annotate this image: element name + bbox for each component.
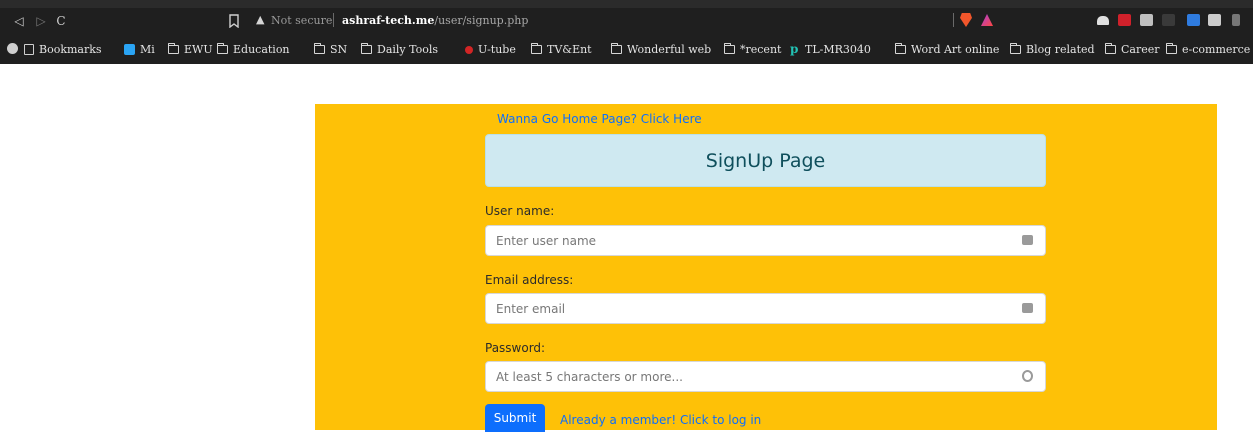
signup-panel: Wanna Go Home Page? Click Here SignUp Pa…: [315, 104, 1217, 432]
bookmark-folder[interactable]: Career: [1105, 43, 1160, 56]
autofill-icon[interactable]: [1022, 235, 1033, 245]
url-path: /user/signup.php: [434, 14, 529, 27]
forward-icon[interactable]: ▷: [34, 13, 48, 29]
bookmark-folder[interactable]: Education: [217, 43, 290, 56]
brave-rewards-icon[interactable]: [981, 14, 993, 26]
mi-icon: [124, 44, 135, 55]
bookmark-folder[interactable]: Word Art online: [895, 43, 999, 56]
bookmark-item[interactable]: Bookmarks: [24, 43, 102, 56]
bookmark-label: Bookmarks: [39, 43, 102, 56]
folder-icon: [1010, 43, 1021, 54]
email-input[interactable]: [486, 294, 1006, 323]
folder-icon: [611, 43, 622, 54]
brave-shields-icon[interactable]: [960, 13, 972, 27]
browser-toolbar: ◁ ▷ C ▲ Not secure ashraf-tech.me/user/s…: [0, 8, 1253, 35]
bookmark-label: Wonderful web: [627, 43, 712, 56]
tplink-icon: p: [790, 42, 799, 56]
bookmark-label: Daily Tools: [377, 43, 439, 56]
bookmark-item[interactable]: Mi: [124, 43, 155, 56]
login-link[interactable]: Already a member! Click to log in: [560, 413, 761, 427]
email-label: Email address:: [485, 273, 574, 287]
address-divider-right: [953, 13, 954, 27]
folder-icon: [724, 43, 735, 54]
folder-icon: [531, 43, 542, 54]
bookmark-folder[interactable]: e-commerce: [1166, 43, 1250, 56]
bookmark-label: EWU: [184, 43, 213, 56]
bookmark-folder[interactable]: Wonderful web: [611, 43, 711, 56]
bookmark-label: Mi: [140, 43, 155, 56]
window-top-strip: [0, 0, 1253, 8]
username-input[interactable]: [486, 226, 1006, 255]
bookmark-folder[interactable]: *recent: [724, 43, 781, 56]
bookmark-folder[interactable]: EWU: [168, 43, 213, 56]
bookmark-item[interactable]: p TL-MR3040: [790, 43, 871, 56]
bookmark-label: SN: [330, 43, 348, 56]
bookmark-label: U-tube: [478, 43, 516, 56]
youtube-icon: [465, 45, 473, 54]
password-label: Password:: [485, 341, 546, 355]
password-key-icon[interactable]: [1022, 370, 1033, 382]
autofill-icon[interactable]: [1022, 303, 1033, 313]
bookmarks-bar: Bookmarks Mi EWU Education SN Daily Tool…: [0, 35, 1253, 64]
globe-icon: [7, 43, 18, 54]
bookmark-label: Education: [233, 43, 290, 56]
bookmark-folder[interactable]: SN: [314, 43, 347, 56]
bookmark-manager-icon: [24, 44, 34, 55]
password-input[interactable]: [486, 362, 1006, 391]
page-title: SignUp Page: [485, 134, 1046, 187]
url-host: ashraf-tech.me: [342, 14, 435, 27]
pocket-extension-icon[interactable]: [1208, 14, 1221, 26]
security-status[interactable]: Not secure: [271, 14, 332, 27]
bookmark-label: Career: [1121, 43, 1160, 56]
address-divider: [333, 13, 334, 27]
submit-button[interactable]: Submit: [485, 404, 545, 432]
bookmark-folder[interactable]: Blog related: [1010, 43, 1095, 56]
bookmark-item[interactable]: U-tube: [465, 43, 516, 56]
folder-icon: [314, 43, 325, 54]
bookmark-folder[interactable]: Daily Tools: [361, 43, 438, 56]
back-icon[interactable]: ◁: [12, 13, 26, 29]
reload-icon[interactable]: C: [54, 13, 68, 29]
url-text[interactable]: ashraf-tech.me/user/signup.php: [342, 14, 528, 27]
folder-icon: [168, 43, 179, 54]
folder-icon: [217, 43, 228, 54]
home-page-link[interactable]: Wanna Go Home Page? Click Here: [497, 112, 702, 126]
more-extensions-icon[interactable]: [1232, 14, 1240, 26]
folder-icon: [1166, 43, 1177, 54]
bookmark-label: TV&Ent: [547, 43, 592, 56]
cloud-extension-icon[interactable]: [1097, 16, 1109, 25]
bookmark-label: TL-MR3040: [805, 43, 871, 56]
folder-icon: [361, 43, 372, 54]
bookmark-label: *recent: [740, 43, 782, 56]
warning-icon: ▲: [256, 13, 265, 26]
profile-globe[interactable]: [7, 43, 18, 54]
bookmark-label: e-commerce: [1182, 43, 1251, 56]
red-extension-icon[interactable]: [1118, 14, 1131, 26]
folder-icon: [1105, 43, 1116, 54]
bookmark-page-icon[interactable]: [228, 14, 240, 28]
bookmark-folder[interactable]: TV&Ent: [531, 43, 592, 56]
bookmark-label: Blog related: [1026, 43, 1095, 56]
password-field[interactable]: [485, 361, 1046, 392]
folder-icon: [895, 43, 906, 54]
username-field[interactable]: [485, 225, 1046, 256]
bookmark-label: Word Art online: [911, 43, 1000, 56]
address-bar[interactable]: ▲ Not secure ashraf-tech.me/user/signup.…: [228, 12, 1008, 32]
translate-extension-icon[interactable]: [1187, 14, 1200, 26]
dim-extension-icon[interactable]: [1162, 14, 1175, 26]
grey-extension-icon[interactable]: [1140, 14, 1153, 26]
username-label: User name:: [485, 204, 555, 218]
email-field[interactable]: [485, 293, 1046, 324]
